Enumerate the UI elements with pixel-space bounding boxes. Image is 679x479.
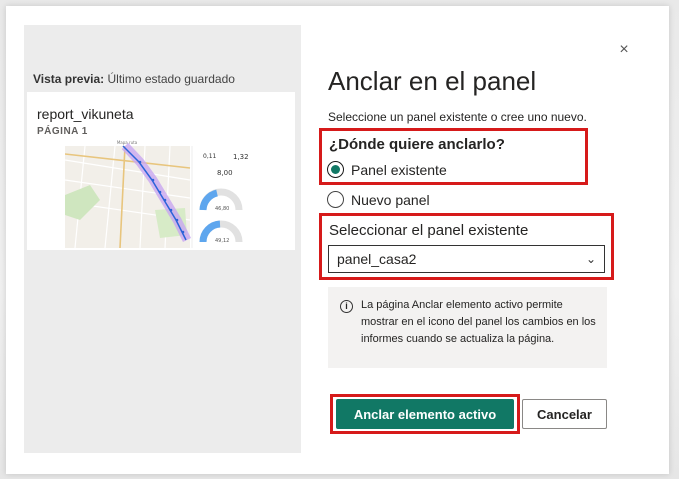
dialog-subtitle: Seleccione un panel existente o cree uno… (328, 110, 587, 124)
preview-caption-state: Último estado guardado (107, 72, 235, 86)
info-icon: i (340, 300, 353, 313)
dialog-title: Anclar en el panel (328, 66, 537, 96)
pin-location-question: ¿Dónde quiere anclarlo? (329, 136, 505, 153)
pin-live-page-button[interactable]: Anclar elemento activo (336, 399, 514, 429)
dashboard-dropdown-value: panel_casa2 (337, 251, 417, 267)
report-thumbnail: Mapa ruta 0,11 1,32 8,00 46,80 49,12 (65, 140, 249, 248)
radio-new-label: Nuevo panel (351, 191, 430, 208)
thumb-gauge-2: 49,12 (215, 238, 229, 244)
report-name: report_vikuneta (37, 106, 134, 122)
preview-caption-label: Vista previa: (33, 72, 105, 86)
report-page-label: PÁGINA 1 (37, 126, 88, 137)
cancel-button[interactable]: Cancelar (522, 399, 607, 429)
thumb-gauge-1: 46,80 (215, 206, 229, 212)
thumb-stat-3: 8,00 (217, 169, 233, 177)
radio-empty-icon[interactable] (327, 191, 344, 208)
select-dashboard-label: Seleccionar el panel existente (329, 222, 529, 239)
info-message-text: La página Anclar elemento activo permite… (361, 299, 596, 345)
dashboard-dropdown[interactable]: panel_casa2 ⌄ (328, 245, 605, 273)
radio-existing-label: Panel existente (351, 161, 447, 178)
thumb-stat-1: 0,11 (203, 153, 217, 160)
preview-caption: Vista previa: Último estado guardado (33, 72, 235, 86)
thumb-stat-2: 1,32 (233, 153, 249, 161)
info-message: i La página Anclar elemento activo permi… (328, 287, 607, 368)
pin-to-dashboard-dialog: Vista previa: Último estado guardado rep… (6, 6, 669, 474)
radio-existing-dashboard[interactable]: Panel existente (327, 161, 447, 178)
chevron-down-icon: ⌄ (585, 252, 596, 266)
preview-panel: Vista previa: Último estado guardado rep… (24, 25, 301, 453)
radio-new-dashboard[interactable]: Nuevo panel (327, 191, 430, 208)
close-icon[interactable]: × (616, 42, 632, 58)
radio-selected-icon[interactable] (327, 161, 344, 178)
preview-card: report_vikuneta PÁGINA 1 Mapa ruta 0,11 … (27, 92, 295, 250)
